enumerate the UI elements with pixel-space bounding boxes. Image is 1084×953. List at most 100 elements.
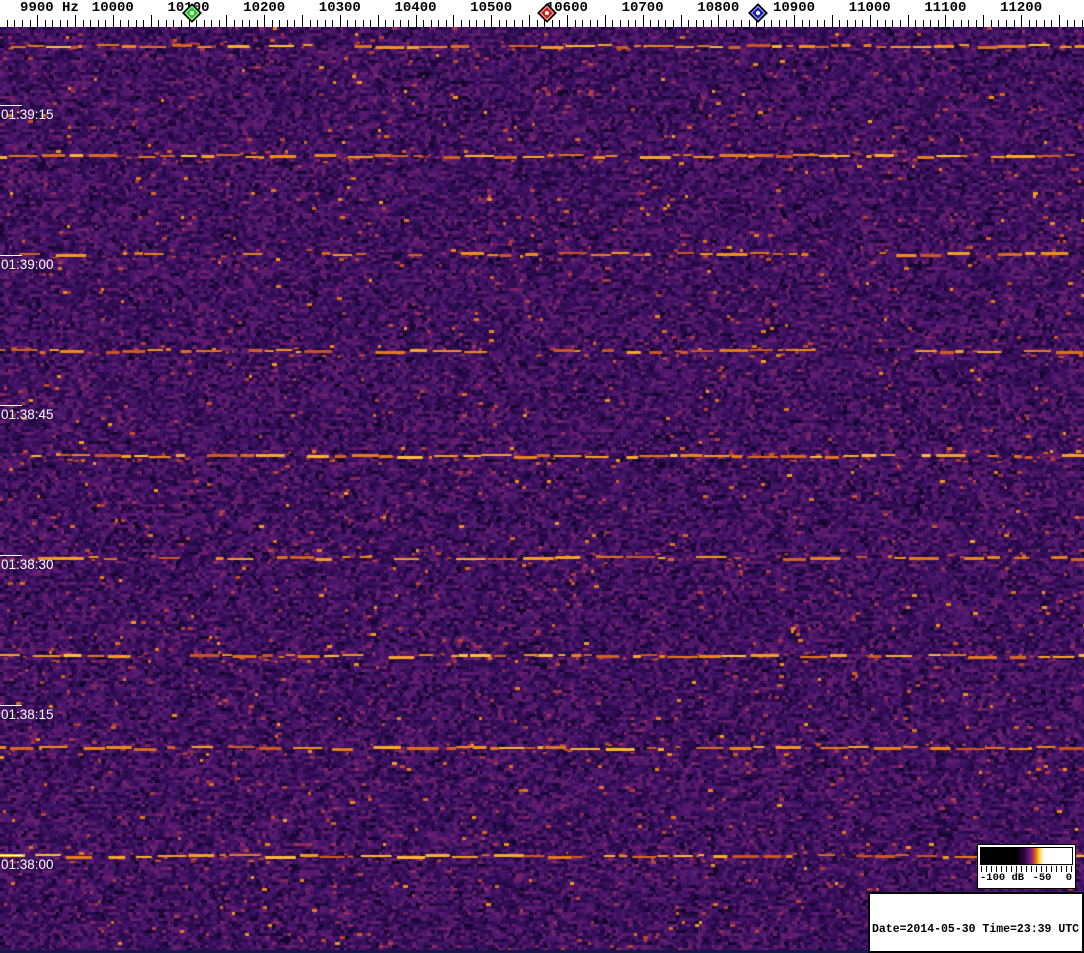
freq-label: 9900 Hz bbox=[20, 0, 79, 16]
freq-tick bbox=[423, 20, 425, 27]
freq-label: 10000 bbox=[91, 0, 134, 16]
time-label: 01:38:30 bbox=[1, 557, 54, 572]
freq-tick bbox=[604, 15, 606, 27]
freq-tick bbox=[59, 20, 61, 27]
freq-tick bbox=[400, 20, 402, 27]
freq-tick bbox=[6, 20, 8, 27]
freq-tick bbox=[90, 20, 92, 27]
freq-tick bbox=[741, 20, 742, 27]
freq-tick bbox=[930, 20, 932, 27]
freq-tick bbox=[256, 20, 258, 27]
freq-tick bbox=[960, 20, 962, 27]
freq-tick bbox=[347, 20, 349, 27]
freq-tick bbox=[44, 20, 46, 27]
freq-tick bbox=[718, 15, 720, 27]
station-info-box: Date=2014-05-30 Time=23:39 UTC Freq=143 … bbox=[868, 892, 1084, 953]
freq-tick bbox=[521, 20, 523, 27]
freq-tick bbox=[241, 20, 243, 27]
freq-tick bbox=[513, 20, 515, 27]
freq-tick bbox=[491, 15, 493, 27]
freq-tick bbox=[1066, 20, 1068, 27]
freq-label: 10900 bbox=[772, 0, 816, 16]
time-label: 01:39:00 bbox=[1, 257, 54, 272]
color-scale-gradient bbox=[980, 847, 1073, 865]
freq-tick bbox=[998, 20, 1000, 27]
freq-tick bbox=[226, 15, 228, 27]
freq-tick bbox=[900, 20, 901, 27]
freq-tick bbox=[203, 20, 205, 27]
freq-tick bbox=[286, 20, 288, 27]
freq-tick bbox=[937, 20, 939, 27]
freq-tick bbox=[574, 20, 576, 27]
freq-tick bbox=[461, 20, 462, 27]
freq-tick bbox=[150, 15, 152, 27]
freq-tick bbox=[657, 20, 659, 27]
freq-tick bbox=[173, 20, 175, 27]
freq-tick bbox=[635, 20, 636, 27]
time-label: 01:38:00 bbox=[1, 857, 54, 872]
freq-tick bbox=[892, 20, 894, 27]
freq-tick bbox=[831, 15, 833, 27]
freq-tick bbox=[778, 20, 780, 27]
freq-tick bbox=[135, 20, 137, 27]
freq-tick bbox=[975, 20, 977, 27]
freq-tick bbox=[264, 15, 266, 27]
freq-tick bbox=[968, 20, 970, 27]
freq-tick bbox=[445, 20, 447, 27]
freq-tick bbox=[483, 20, 485, 27]
freq-tick bbox=[362, 20, 364, 27]
freq-tick bbox=[559, 20, 561, 27]
freq-tick bbox=[218, 20, 220, 27]
freq-tick bbox=[771, 20, 773, 27]
freq-tick bbox=[415, 15, 417, 27]
freq-tick bbox=[1074, 20, 1075, 27]
legend-max-label: 0 bbox=[1065, 872, 1072, 884]
freq-tick bbox=[650, 20, 652, 27]
freq-tick bbox=[824, 20, 826, 27]
freq-tick bbox=[1058, 15, 1060, 27]
freq-tick bbox=[1028, 20, 1030, 27]
freq-tick bbox=[816, 20, 818, 27]
freq-tick bbox=[233, 20, 235, 27]
freq-tick bbox=[688, 20, 689, 27]
green-diamond-marker[interactable] bbox=[182, 3, 202, 23]
freq-tick bbox=[642, 15, 644, 27]
freq-tick bbox=[332, 20, 334, 27]
freq-label: 10200 bbox=[243, 0, 286, 16]
time-tick bbox=[0, 405, 22, 406]
freq-tick bbox=[324, 20, 326, 27]
freq-tick bbox=[309, 20, 311, 27]
freq-tick bbox=[710, 20, 712, 27]
freq-label: 11100 bbox=[924, 0, 967, 16]
freq-tick bbox=[1081, 20, 1083, 27]
freq-tick bbox=[468, 20, 470, 27]
freq-tick bbox=[945, 15, 947, 27]
freq-tick bbox=[854, 20, 856, 27]
freq-tick bbox=[506, 20, 508, 27]
freq-tick bbox=[915, 20, 917, 27]
freq-tick bbox=[52, 20, 54, 27]
freq-tick bbox=[430, 20, 432, 27]
time-tick bbox=[0, 855, 22, 856]
info-date-time: Date=2014-05-30 Time=23:39 UTC bbox=[872, 922, 1080, 936]
freq-tick bbox=[703, 20, 705, 27]
freq-tick bbox=[952, 20, 954, 27]
freq-tick bbox=[29, 20, 31, 27]
freq-tick bbox=[695, 20, 697, 27]
red-diamond-marker[interactable] bbox=[537, 3, 557, 23]
time-label: 01:38:45 bbox=[1, 407, 54, 422]
freq-label: 10700 bbox=[621, 0, 664, 16]
freq-tick bbox=[839, 20, 841, 27]
freq-tick bbox=[597, 20, 599, 27]
freq-tick bbox=[385, 20, 387, 27]
freq-tick bbox=[158, 20, 160, 27]
freq-tick bbox=[1021, 15, 1023, 27]
freq-tick bbox=[37, 15, 39, 27]
freq-tick bbox=[794, 15, 795, 27]
freq-tick bbox=[877, 20, 879, 27]
freq-tick bbox=[907, 15, 909, 27]
freq-tick bbox=[498, 20, 500, 27]
freq-tick bbox=[105, 20, 107, 27]
blue-diamond-marker[interactable] bbox=[748, 3, 768, 23]
freq-tick bbox=[612, 20, 614, 27]
